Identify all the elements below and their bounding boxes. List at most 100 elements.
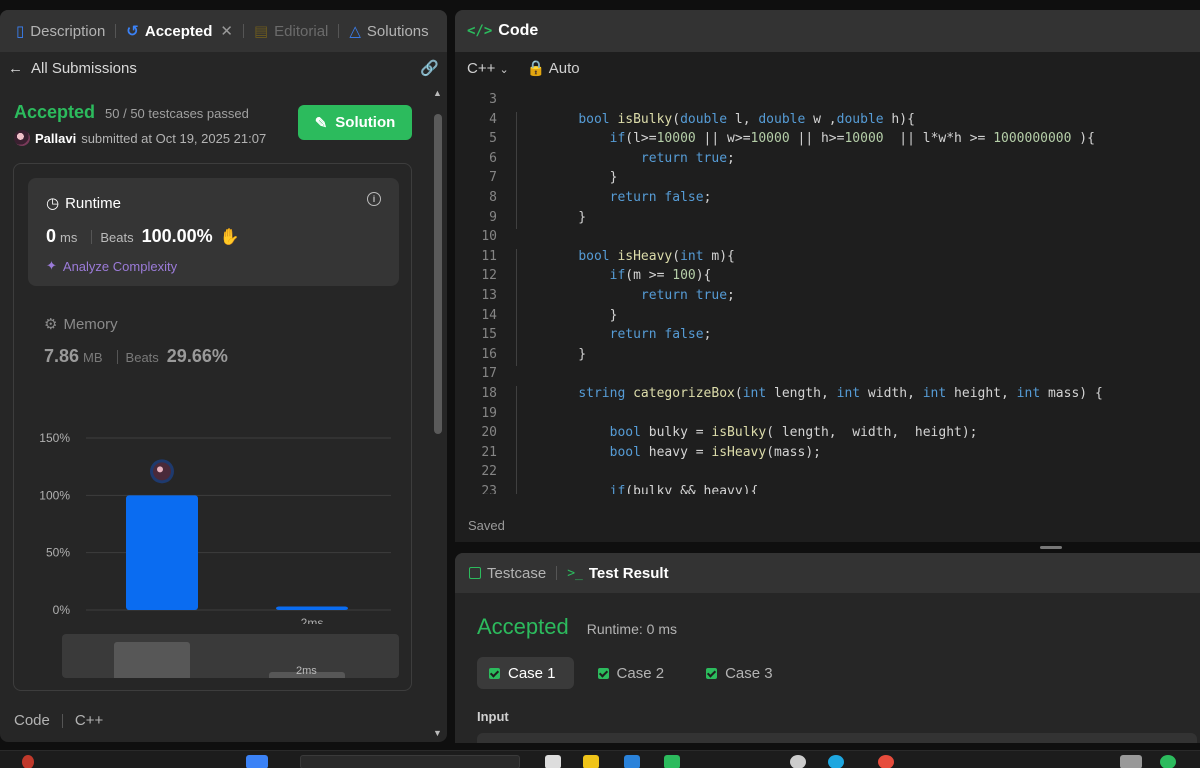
status-label: Accepted (14, 102, 96, 122)
terminal-icon: >_ (567, 565, 583, 581)
submission-panel: ▯ Description ↺ Accepted ✕ ▤ Editorial △… (0, 10, 447, 742)
app-icon[interactable] (1160, 755, 1176, 768)
code-editor[interactable]: 3 4 bool isBulky(double l, double w ,doub… (455, 90, 1200, 494)
code-text: } (547, 209, 587, 225)
scroll-up-icon[interactable]: ▲ (433, 88, 442, 98)
line-number: 8 (489, 190, 497, 205)
input-label: Input (477, 709, 509, 724)
chart-minimap[interactable]: 2ms (62, 634, 399, 678)
memory-title[interactable]: ⚙ Memory (44, 315, 118, 334)
app-icon[interactable] (583, 755, 599, 768)
solution-button[interactable]: ✎ Solution (298, 105, 412, 140)
memory-values: 7.86 MB Beats 29.66% (44, 346, 228, 367)
divider (61, 713, 63, 728)
tab-description[interactable]: ▯ Description (10, 22, 111, 41)
resize-handle[interactable] (1040, 546, 1062, 549)
tab-test-result[interactable]: Test Result (589, 565, 669, 582)
case-tab-3[interactable]: Case 3 (694, 657, 791, 689)
line-number: 6 (489, 150, 497, 166)
line-number: 17 (481, 366, 497, 382)
tab-testcase[interactable]: Testcase (487, 565, 546, 582)
bottom-tab-lang[interactable]: C++ (75, 712, 103, 729)
line-number: 13 (481, 288, 497, 303)
beats-label: Beats (100, 230, 134, 245)
app-icon[interactable] (545, 755, 561, 768)
tab-divider (242, 24, 244, 38)
test-header: Testcase >_ Test Result (455, 553, 1200, 593)
arrow-left-icon: ← (8, 59, 23, 77)
chart-bar[interactable] (276, 606, 348, 610)
scrollbar[interactable]: ▲ ▼ (432, 88, 444, 742)
code-panel: </> Code C++ ⌄ 🔒 Auto 3 4 bool isBulky(do… (455, 10, 1200, 542)
tab-editorial[interactable]: ▤ Editorial (248, 22, 334, 41)
code-text: bool heavy = isHeavy(mass); (609, 444, 821, 460)
memory-unit: MB (83, 350, 103, 365)
tab-divider (115, 24, 117, 38)
tab-solutions[interactable]: △ Solutions (343, 22, 434, 41)
analyze-complexity-link[interactable]: ✦ Analyze Complexity (46, 258, 177, 274)
language-bar: C++ ⌄ 🔒 Auto (455, 52, 1200, 84)
code-text: if(bulky && heavy){ (609, 484, 759, 494)
app-icon[interactable] (664, 755, 680, 768)
app-icon[interactable] (624, 755, 640, 768)
runtime-distribution-chart: 150% 100% 50% 0% 2ms (14, 414, 413, 624)
input-value-box[interactable] (477, 733, 1197, 743)
scroll-thumb[interactable] (434, 114, 442, 434)
line-number: 20 (481, 425, 497, 441)
submitted-time: submitted at Oct 19, 2025 21:07 (81, 130, 267, 146)
app-icon[interactable] (878, 755, 894, 768)
auto-mode[interactable]: 🔒 Auto (527, 59, 580, 77)
code-text: return false; (609, 327, 712, 343)
code-text: return true; (640, 150, 735, 166)
memory-beats: 29.66% (166, 346, 228, 366)
x-tick-label: 2ms (301, 616, 324, 624)
document-icon: ▯ (16, 23, 25, 40)
runtime-box[interactable]: ◷ Runtime i 0 ms Beats 100.00% ✋ ✦ Analy… (28, 178, 399, 286)
line-number: 19 (481, 405, 497, 421)
language-select[interactable]: C++ ⌄ (467, 60, 509, 77)
bottom-tab-code[interactable]: Code (14, 712, 50, 729)
left-tabbar: ▯ Description ↺ Accepted ✕ ▤ Editorial △… (0, 10, 447, 52)
check-icon (489, 667, 500, 679)
code-text: bool bulky = isBulky( length, width, hei… (609, 425, 978, 441)
avatar[interactable] (14, 130, 30, 146)
code-text: return true; (640, 288, 735, 303)
back-to-submissions[interactable]: ← All Submissions (8, 60, 137, 77)
link-icon[interactable]: 🔗 (420, 59, 439, 77)
divider (116, 349, 118, 364)
code-text: string categorizeBox(int length, int wid… (578, 386, 1103, 401)
check-icon (706, 667, 718, 679)
tab-accepted[interactable]: ↺ Accepted ✕ (120, 22, 239, 41)
code-text: bool isBulky(double l, double w ,double … (578, 111, 915, 127)
line-number: 9 (489, 209, 497, 225)
runtime-beats: 100.00% (141, 226, 213, 246)
start-icon[interactable] (246, 755, 268, 768)
submission-info: Pallavi submitted at Oct 19, 2025 21:07 (14, 130, 266, 146)
line-number: 15 (481, 327, 497, 343)
scroll-down-icon[interactable]: ▼ (433, 728, 442, 738)
app-icon[interactable] (790, 755, 806, 768)
tab-divider (338, 24, 340, 38)
case-tab-2[interactable]: Case 2 (586, 657, 683, 689)
case-tab-1[interactable]: Case 1 (477, 657, 574, 689)
close-icon[interactable]: ✕ (220, 22, 233, 40)
code-icon: </> (467, 23, 493, 39)
chart-svg: 150% 100% 50% 0% 2ms (39, 431, 391, 624)
username[interactable]: Pallavi (35, 131, 76, 146)
info-icon[interactable]: i (367, 192, 381, 206)
checkbox-icon (469, 567, 481, 579)
code-text: } (547, 346, 587, 362)
code-text: } (547, 170, 618, 186)
clap-icon: ✋ (219, 229, 240, 246)
code-text: if(m >= 100){ (609, 268, 712, 284)
book-icon: ▤ (253, 23, 269, 40)
code-text: if(l>=10000 || w>=10000 || h>=10000 || l… (609, 131, 1095, 147)
search-box[interactable] (300, 755, 520, 768)
chart-bar[interactable] (126, 495, 198, 610)
taskbar (0, 750, 1200, 768)
notification-badge[interactable] (22, 755, 34, 768)
app-icon[interactable] (828, 755, 844, 768)
app-icon[interactable] (1120, 755, 1142, 768)
indent-guide (516, 111, 517, 230)
line-number: 21 (481, 444, 497, 460)
